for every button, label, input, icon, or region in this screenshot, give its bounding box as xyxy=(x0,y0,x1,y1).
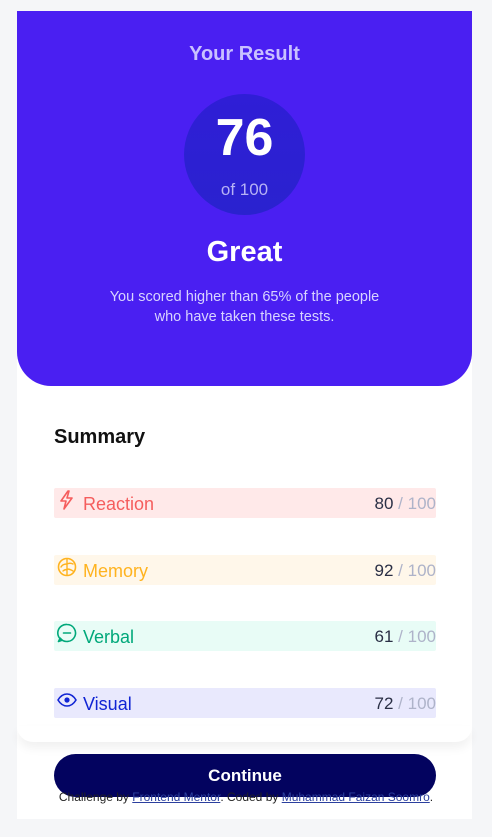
result-description: You scored higher than 65% of the people… xyxy=(109,289,380,325)
score-value: 76 xyxy=(215,109,274,167)
grade-label: Great xyxy=(206,236,283,268)
summary-item-label: Verbal xyxy=(83,627,135,647)
lightning-icon xyxy=(56,489,78,511)
summary-item-label: Memory xyxy=(83,561,149,581)
summary-item-score: 80 / 100 xyxy=(374,494,436,513)
result-heading: Your Result xyxy=(189,43,300,65)
chat-bubble-icon xyxy=(56,622,78,644)
summary-item-visual: Visual 72 / 100 xyxy=(54,688,436,718)
score-circle: 76 of 100 xyxy=(184,94,305,215)
summary-item-score: 61 / 100 xyxy=(374,627,436,646)
summary-item-score: 92 / 100 xyxy=(374,561,436,580)
brain-icon xyxy=(56,556,78,578)
author-link[interactable]: Muhammad Faizan Soomro xyxy=(282,790,430,804)
summary-item-score: 72 / 100 xyxy=(374,694,436,713)
summary-title: Summary xyxy=(54,426,146,448)
results-card: Your Result 76 of 100 Great You scored h… xyxy=(17,11,472,819)
summary-item-label: Visual xyxy=(83,694,132,714)
summary-panel-edge xyxy=(17,726,472,742)
frontend-mentor-link[interactable]: Frontend Mentor xyxy=(132,790,220,804)
attribution: Challenge by Frontend Mentor. Coded by M… xyxy=(58,790,434,804)
summary-item-reaction: Reaction 80 / 100 xyxy=(54,488,436,518)
score-total: of 100 xyxy=(220,180,269,199)
eye-icon xyxy=(56,689,78,711)
summary-item-label: Reaction xyxy=(83,494,155,514)
summary-item-memory: Memory 92 / 100 xyxy=(54,555,436,585)
summary-item-verbal: Verbal 61 / 100 xyxy=(54,621,436,651)
result-panel: Your Result 76 of 100 Great You scored h… xyxy=(17,11,472,386)
